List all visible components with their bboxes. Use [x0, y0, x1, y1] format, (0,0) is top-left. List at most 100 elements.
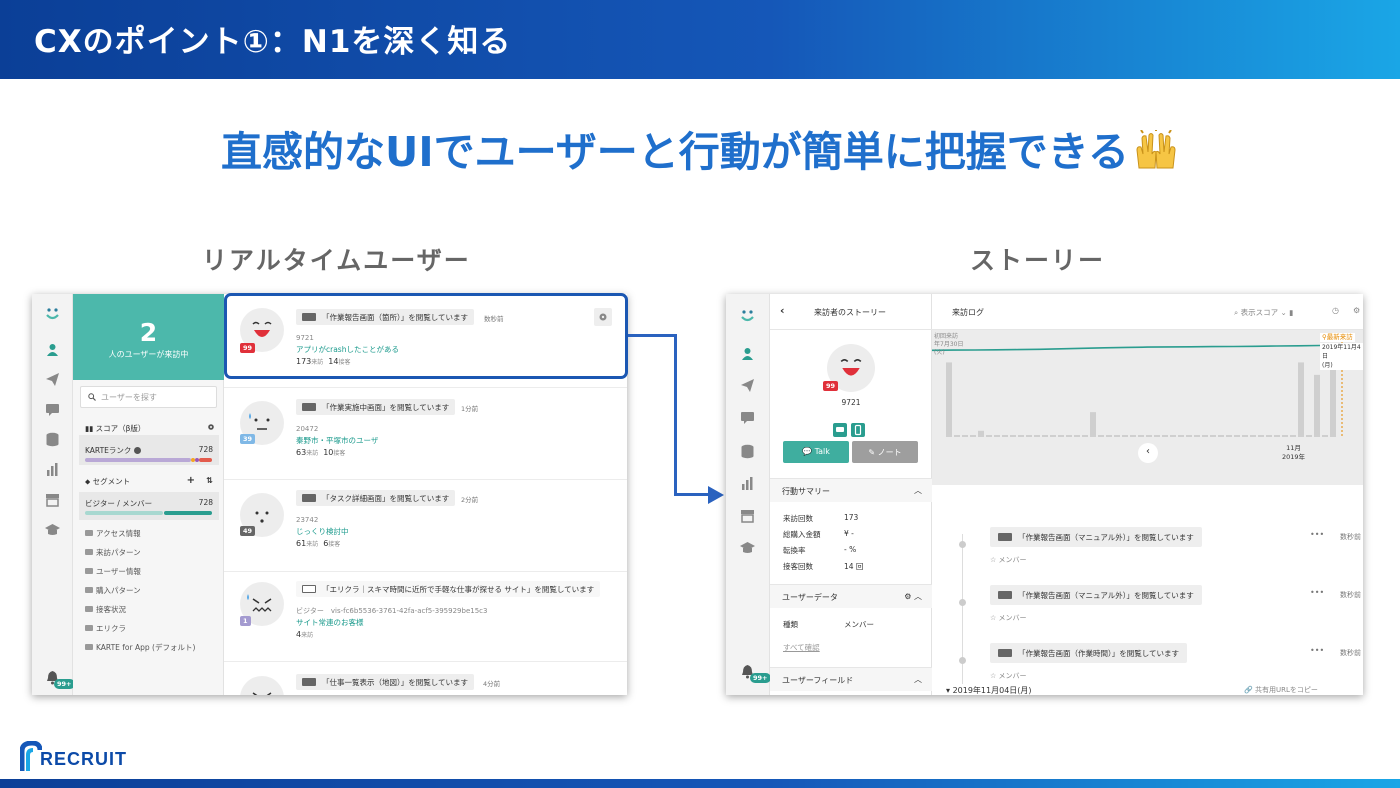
store-icon[interactable]: [740, 508, 755, 523]
user-search-input[interactable]: ユーザーを探す: [80, 386, 217, 408]
visit-bar: [1074, 435, 1080, 437]
visit-bar: [994, 435, 1000, 437]
latest-visit-date: 2019年11月4日 (月): [1320, 343, 1363, 370]
visitor-count: 2: [139, 318, 158, 347]
chart-icon[interactable]: [740, 476, 755, 491]
left-sidebar: 2 人のユーザーが来訪中 ユーザーを探す ▮▮ スコア（β版） KARTEランク…: [73, 294, 224, 695]
note-button[interactable]: ✎ ノート: [852, 441, 918, 463]
log-item[interactable]: 「作業報告画面（マニュアル外）」を閲覧しています: [990, 527, 1202, 547]
recruit-logo-mark-icon: [20, 741, 42, 771]
segment-group-item[interactable]: アクセス情報: [85, 528, 141, 539]
segment-group-item[interactable]: ユーザー情報: [85, 566, 141, 577]
mobile-icon[interactable]: [851, 423, 865, 437]
user-icon[interactable]: [740, 346, 755, 361]
story-label: ストーリー: [970, 246, 1106, 275]
log-item[interactable]: 「作業報告画面（マニュアル外）」を閲覧しています: [990, 585, 1202, 605]
log-time-ago: 数秒前: [1340, 649, 1361, 657]
database-icon[interactable]: [45, 432, 60, 447]
visit-bar: [1234, 435, 1240, 437]
visit-bar: [1186, 435, 1192, 437]
clock-icon[interactable]: ◷: [1332, 306, 1339, 315]
userfield-section-header[interactable]: ユーザーフィールド ︿: [770, 667, 932, 691]
segment-bar: [85, 511, 163, 515]
chat-channel-icon[interactable]: [833, 423, 847, 437]
more-options-icon[interactable]: •••: [1310, 588, 1324, 597]
visit-bar: [1258, 435, 1264, 437]
userdata-section-header[interactable]: ユーザーデータ ⚙ ︿: [770, 584, 932, 608]
segment-group-item[interactable]: 来訪パターン: [85, 547, 141, 558]
log-item-sub: ☆ メンバー: [990, 672, 1027, 680]
visit-bar: [1290, 435, 1296, 437]
chat-icon[interactable]: [740, 410, 755, 425]
score-settings-icon[interactable]: [207, 423, 215, 431]
title-bar: CXのポイント①：N1を深く知る: [0, 0, 1400, 79]
connector-line: [674, 334, 677, 496]
display-score-select[interactable]: ⌕ 表示スコア ⌄ ▮: [1234, 307, 1293, 318]
visit-chart: 初回来訪 年7月30日 (火) ⚲最新来訪 2019年11月4日 (月) ‹ 11月 2…: [932, 330, 1363, 485]
visit-bar: [978, 430, 984, 437]
visit-bar: [986, 435, 992, 437]
visit-bar: [1306, 435, 1312, 437]
user-card[interactable]: 39 「作業実施中画面」を閲覧しています 1分前 20472 秦野市・平塚市のユ…: [224, 388, 627, 480]
date-header[interactable]: ▾ 2019年11月04日(月): [946, 685, 1032, 695]
see-all-link[interactable]: すべて確認: [783, 642, 820, 653]
page-view-pill: 「仕事一覧表示（地図）」を閲覧しています: [296, 674, 475, 690]
visit-bar: [1058, 435, 1064, 437]
segment-group-item[interactable]: エリクラ: [85, 623, 126, 634]
gear-icon[interactable]: ⚙: [1353, 306, 1360, 315]
visit-bar: [1082, 435, 1088, 437]
send-icon[interactable]: [740, 378, 755, 393]
graduation-icon[interactable]: [740, 540, 755, 555]
chat-icon[interactable]: [45, 402, 60, 417]
segment-group-item[interactable]: 購入パターン: [85, 585, 141, 596]
story-panel-header: ‹ 来訪者のストーリー: [770, 294, 932, 330]
left-nav: 99+: [32, 294, 75, 695]
karte-rank-value: 728: [198, 445, 213, 454]
user-card[interactable]: 「仕事一覧表示（地図）」を閲覧しています 4分前: [224, 662, 627, 695]
visit-bar: [1298, 362, 1304, 437]
log-time-ago: 数秒前: [1340, 533, 1361, 541]
visit-bar: [1218, 435, 1224, 437]
log-item-sub: ☆ メンバー: [990, 614, 1027, 622]
talk-button[interactable]: 💬 Talk: [783, 441, 849, 463]
graduation-icon[interactable]: [45, 522, 60, 537]
visit-bar: [1138, 435, 1144, 437]
share-url-link[interactable]: 🔗 共有用URLをコピー: [1244, 685, 1318, 695]
user-card[interactable]: 49 「タスク詳細画面」を閲覧しています 2分前 23742 じっくり検討中 6…: [224, 480, 627, 572]
story-screenshot: 99+ ‹ 来訪者のストーリー 99 9721 💬 Talk ✎ ノート 行動サ…: [726, 294, 1363, 695]
score-badge: 1: [240, 616, 251, 626]
summary-section-header[interactable]: 行動サマリー ︿: [770, 478, 932, 502]
sort-segment-icon[interactable]: ⇅: [206, 476, 213, 485]
chart-icon[interactable]: [45, 462, 60, 477]
story-panel-title: 来訪者のストーリー: [814, 308, 886, 317]
segment-header: ⬥ セグメント: [85, 477, 131, 486]
footer-bar: [0, 779, 1400, 788]
store-icon[interactable]: [45, 492, 60, 507]
database-icon[interactable]: [740, 444, 755, 459]
user-card[interactable]: 1 「エリクラ｜スキマ時間に近所で手軽な仕事が探せる サイト」を閲覧しています …: [224, 572, 627, 662]
visit-bar: [1050, 435, 1056, 437]
visit-bar: [1002, 435, 1008, 437]
more-options-icon[interactable]: •••: [1310, 646, 1324, 655]
segment-link[interactable]: 秦野市・平塚市のユーザ: [296, 435, 378, 446]
chart-scroll-left-button[interactable]: ‹: [1138, 443, 1158, 463]
log-item[interactable]: 「作業報告画面（作業時間）」を閲覧しています: [990, 643, 1188, 663]
segment-group-item[interactable]: 接客状況: [85, 604, 126, 615]
notification-badge: 99+: [54, 679, 75, 689]
back-icon[interactable]: ‹: [780, 304, 785, 317]
visit-bar: [1090, 412, 1096, 437]
connector-line: [628, 334, 676, 337]
more-options-icon[interactable]: •••: [1310, 530, 1324, 539]
left-nav: 99+: [726, 294, 771, 695]
segment-link[interactable]: サイト常連のお客様: [296, 617, 364, 628]
segment-link[interactable]: じっくり検討中: [296, 526, 349, 537]
highlighted-card-outline: [224, 293, 628, 379]
log-time-ago: 数秒前: [1340, 591, 1361, 599]
send-icon[interactable]: [45, 372, 60, 387]
visit-bar: [1274, 435, 1280, 437]
segment-group-item[interactable]: KARTE for App (デフォルト): [85, 642, 195, 653]
visitor-count-label: 人のユーザーが来訪中: [108, 350, 189, 359]
visit-bar: [1018, 435, 1024, 437]
user-icon[interactable]: [45, 342, 60, 357]
add-segment-button[interactable]: +: [187, 475, 195, 486]
